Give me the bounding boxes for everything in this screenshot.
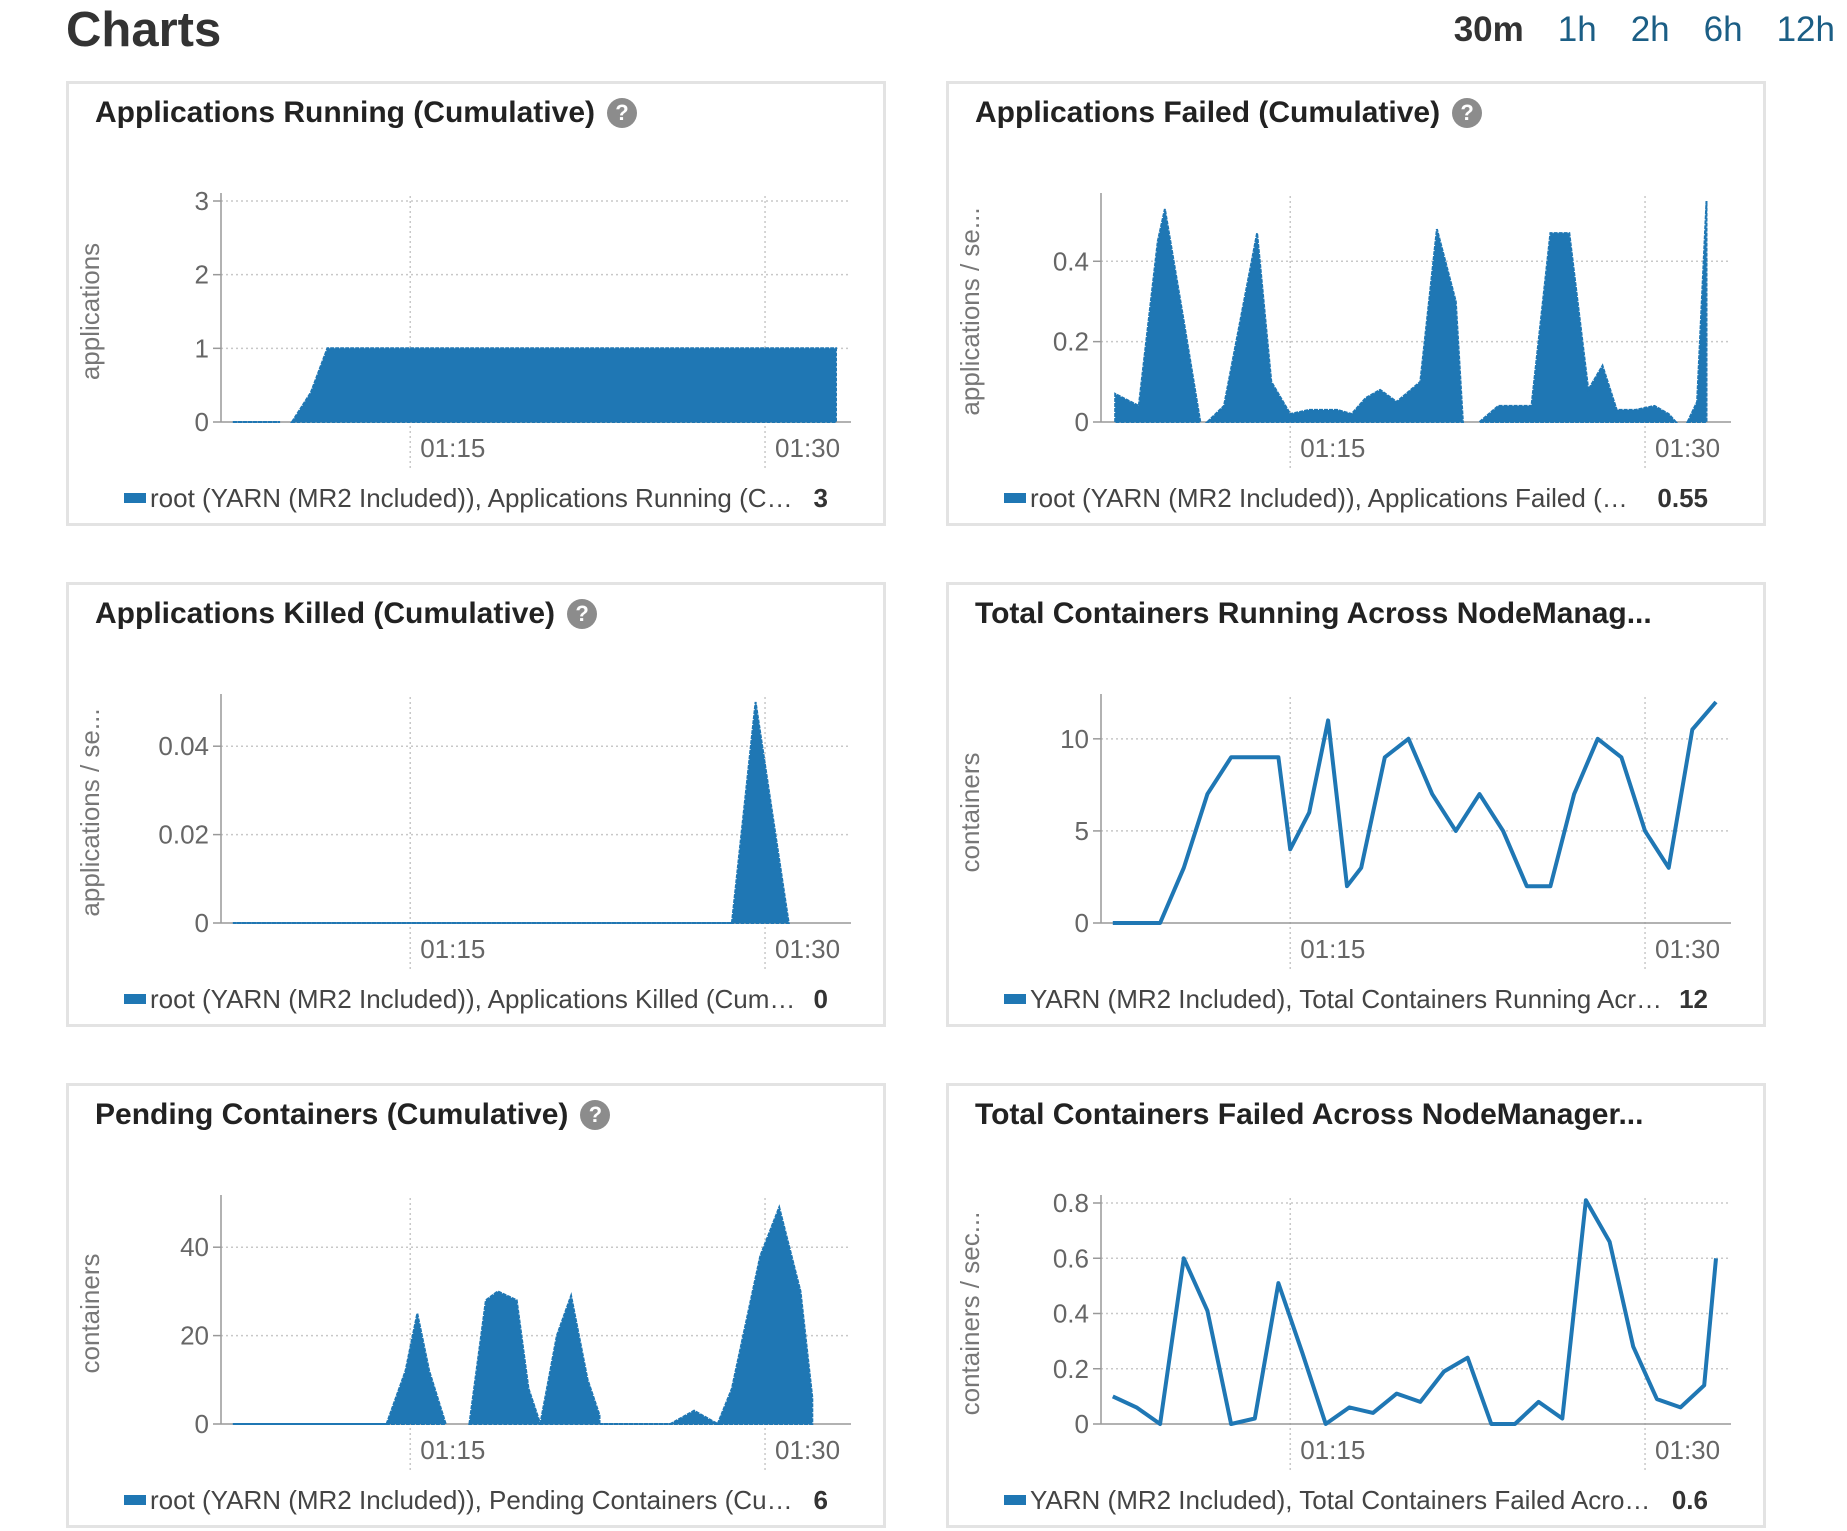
chart-legend: root (YARN (MR2 Included)), Applications… [124, 481, 828, 515]
legend-value: 12 [1679, 983, 1708, 1014]
legend-swatch [1004, 994, 1026, 1004]
y-tick-label: 3 [195, 186, 209, 216]
legend-label: YARN (MR2 Included), Total Containers Fa… [1030, 1484, 1656, 1515]
legend-label: root (YARN (MR2 Included)), Applications… [150, 482, 798, 513]
y-tick-label: 0.02 [158, 820, 209, 850]
legend-label: YARN (MR2 Included), Total Containers Ru… [1030, 983, 1664, 1014]
series-area [539, 1292, 601, 1425]
range-1h[interactable]: 1h [1558, 10, 1597, 50]
range-2h[interactable]: 2h [1631, 10, 1670, 50]
chart-card: Applications Running (Cumulative)? 0 1 2 3 01… [66, 81, 886, 526]
series-area [1204, 228, 1464, 423]
y-tick-label: 5 [1075, 816, 1089, 846]
x-tick-label: 01:15 [420, 1435, 485, 1465]
series-area [730, 701, 790, 924]
y-tick-label: 0.2 [1053, 327, 1089, 357]
legend-swatch [1004, 493, 1026, 503]
y-tick-label: 0 [195, 407, 209, 437]
y-tick-label: 0 [1075, 1409, 1089, 1439]
y-tick-label: 0.4 [1053, 1299, 1089, 1329]
y-tick-label: 0.2 [1053, 1354, 1089, 1384]
chart-plot: 0 20 40 01:15 01:30 containers [75, 1195, 851, 1472]
legend-swatch [124, 1495, 146, 1505]
x-tick-label: 01:15 [1300, 1435, 1365, 1465]
series-area [599, 1409, 722, 1425]
y-tick-label: 0.8 [1053, 1188, 1089, 1218]
y-tick-label: 0 [195, 908, 209, 938]
range-6h[interactable]: 6h [1704, 10, 1743, 50]
x-tick-label: 01:15 [1300, 433, 1365, 463]
chart-legend: YARN (MR2 Included), Total Containers Ru… [1004, 982, 1708, 1016]
y-tick-label: 0 [195, 1409, 209, 1439]
y-tick-label: 10 [1060, 724, 1089, 754]
legend-value: 3 [813, 482, 828, 513]
y-tick-label: 0 [1075, 407, 1089, 437]
legend-value: 0.6 [1671, 1484, 1708, 1515]
chart-plot: 0 1 2 3 01:15 01:30 applications [75, 186, 851, 470]
chart-plot: 0 0.02 0.04 01:15 01:30 applications / se... [75, 694, 851, 971]
x-tick-label: 01:15 [420, 433, 485, 463]
legend-value: 0 [813, 983, 828, 1014]
x-tick-label: 01:30 [1655, 934, 1720, 964]
time-range-selector: 30m 1h 2h 6h 12h [1420, 10, 1835, 50]
legend-swatch [124, 493, 146, 503]
range-30m[interactable]: 30m [1454, 10, 1524, 50]
y-tick-label: 1 [195, 333, 209, 363]
chart-card: Total Containers Running Across NodeMana… [946, 582, 1766, 1027]
legend-label: root (YARN (MR2 Included)), Applications… [1030, 482, 1641, 513]
x-tick-label: 01:15 [1300, 934, 1365, 964]
chart-legend: root (YARN (MR2 Included)), Pending Cont… [124, 1483, 828, 1517]
chart-plot: 0 0.2 0.4 0.6 0.8 01:15 01:30 containers / sec.… [955, 1188, 1731, 1472]
legend-swatch [1004, 1495, 1026, 1505]
chart-plot: 0 5 10 01:15 01:30 containers [955, 694, 1731, 971]
page-title: Charts [66, 3, 222, 57]
chart-legend: root (YARN (MR2 Included)), Applications… [124, 982, 828, 1016]
legend-value: 6 [813, 1484, 828, 1515]
y-axis-label: containers [75, 1254, 105, 1374]
y-tick-label: 40 [180, 1232, 209, 1262]
x-tick-label: 01:30 [1655, 433, 1720, 463]
y-tick-label: 0 [1075, 908, 1089, 938]
series-area [1686, 200, 1708, 423]
y-tick-label: 0.6 [1053, 1243, 1089, 1273]
y-tick-label: 0.4 [1053, 246, 1089, 276]
chart-card: Applications Failed (Cumulative)? 0 0.2 0.4… [946, 81, 1766, 526]
legend-label: root (YARN (MR2 Included)), Applications… [150, 983, 798, 1014]
series-line [1111, 1198, 1718, 1426]
x-tick-label: 01:15 [420, 934, 485, 964]
y-axis-label: containers [955, 753, 985, 873]
y-axis-label: applications [75, 243, 105, 380]
legend-swatch [124, 994, 146, 1004]
y-tick-label: 20 [180, 1321, 209, 1351]
series-line [1112, 700, 1718, 925]
series-area [290, 347, 837, 423]
chart-legend: YARN (MR2 Included), Total Containers Fa… [1004, 1483, 1708, 1517]
chart-card: Applications Killed (Cumulative)? 0 0.02 0.… [66, 582, 886, 1027]
x-tick-label: 01:30 [775, 433, 840, 463]
x-tick-label: 01:30 [775, 934, 840, 964]
chart-card: Pending Containers (Cumulative)? 0 20 40 01:… [66, 1083, 886, 1528]
y-axis-label: containers / sec... [955, 1212, 985, 1416]
range-12h[interactable]: 12h [1777, 10, 1835, 50]
y-axis-label: applications / se... [955, 207, 985, 415]
x-tick-label: 01:30 [1655, 1435, 1720, 1465]
legend-label: root (YARN (MR2 Included)), Pending Cont… [150, 1484, 798, 1515]
series-area [468, 1290, 542, 1425]
chart-card: Total Containers Failed Across NodeManag… [946, 1083, 1766, 1528]
chart-plot: 0 0.2 0.4 01:15 01:30 applications / se... [955, 193, 1731, 470]
y-tick-label: 0.04 [158, 731, 209, 761]
series-area [1114, 208, 1202, 423]
legend-value: 0.55 [1657, 482, 1708, 513]
series-area [385, 1313, 448, 1425]
x-tick-label: 01:30 [775, 1435, 840, 1465]
chart-legend: root (YARN (MR2 Included)), Applications… [1004, 481, 1708, 515]
y-tick-label: 2 [195, 260, 209, 290]
y-axis-label: applications / se... [75, 708, 105, 916]
